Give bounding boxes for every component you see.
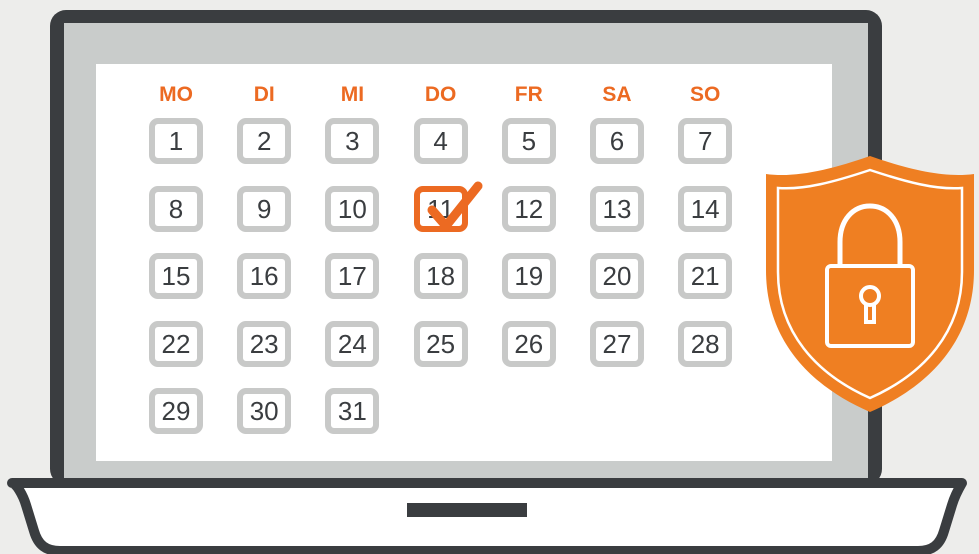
day-number: 28 [690,328,720,359]
calendar-day-7[interactable]: 7 [678,118,733,164]
calendar-day-21[interactable]: 21 [678,253,733,299]
weekday-header-mo: MO [159,83,193,106]
day-number: 23 [249,328,279,359]
calendar-day-1[interactable]: 1 [149,118,203,164]
day-number: 24 [337,328,367,359]
touchpad-slot [407,503,527,517]
calendar-day-10[interactable]: 10 [325,185,380,232]
day-number: 22 [161,328,191,359]
weekday-header-sa: SA [602,83,632,106]
day-number: 16 [249,261,279,291]
day-number: 18 [426,261,456,291]
day-number: 3 [345,126,360,156]
weekday-header-di: DI [253,83,275,106]
day-number: 14 [690,193,720,224]
calendar-day-8[interactable]: 8 [149,185,203,232]
weekday-header-so: SO [690,83,721,106]
calendar-day-29[interactable]: 29 [149,388,203,434]
calendar-day-4[interactable]: 4 [413,118,468,164]
calendar-day-27[interactable]: 27 [590,320,644,367]
day-number: 29 [161,396,191,426]
day-number: 21 [690,261,720,291]
day-number: 17 [337,261,367,291]
day-number: 2 [256,126,272,156]
calendar-day-14[interactable]: 14 [678,185,733,232]
day-number: 20 [602,261,632,291]
calendar-day-17[interactable]: 17 [325,253,380,299]
calendar-day-12[interactable]: 12 [501,185,556,232]
day-number: 26 [514,328,544,359]
day-number: 27 [602,328,632,359]
calendar-day-15[interactable]: 15 [149,253,203,299]
calendar-day-18[interactable]: 18 [413,253,468,299]
day-number: 8 [168,193,184,224]
calendar-day-11[interactable]: 11 [413,181,483,232]
calendar-day-16[interactable]: 16 [237,253,292,299]
calendar-day-31[interactable]: 31 [325,388,380,434]
weekday-header-mi: MI [340,83,365,106]
day-number: 9 [256,193,272,224]
day-number: 31 [337,396,367,426]
day-number: 11 [427,193,455,224]
calendar-day-30[interactable]: 30 [237,388,292,434]
day-number: 12 [514,193,544,224]
day-number: 4 [433,126,448,156]
weekday-header-do: DO [424,83,457,106]
calendar-day-3[interactable]: 3 [325,118,380,164]
day-number: 1 [168,126,184,156]
calendar-day-2[interactable]: 2 [237,118,292,164]
day-number: 25 [426,328,456,359]
day-number: 5 [521,126,537,156]
day-number: 30 [249,396,279,426]
calendar-day-9[interactable]: 9 [237,185,292,232]
laptop-base [7,478,967,554]
calendar-day-26[interactable]: 26 [501,320,556,367]
calendar-day-23[interactable]: 23 [237,320,292,367]
day-number: 15 [161,261,191,291]
day-number: 13 [602,193,632,224]
calendar-day-13[interactable]: 13 [590,185,644,232]
day-number: 19 [514,261,544,291]
calendar-day-19[interactable]: 19 [501,253,556,299]
calendar-day-22[interactable]: 22 [149,320,203,367]
calendar-day-28[interactable]: 28 [678,320,733,367]
day-number: 10 [337,193,367,224]
calendar-day-20[interactable]: 20 [590,253,644,299]
calendar-day-24[interactable]: 24 [325,320,380,367]
weekday-header-fr: FR [514,83,543,106]
calendar-day-5[interactable]: 5 [501,118,556,164]
calendar-day-6[interactable]: 6 [590,118,644,164]
shield-icon [766,156,974,412]
day-number: 7 [697,126,713,156]
calendar-day-25[interactable]: 25 [413,320,468,367]
shield-body [766,156,974,412]
day-number: 6 [609,126,625,156]
